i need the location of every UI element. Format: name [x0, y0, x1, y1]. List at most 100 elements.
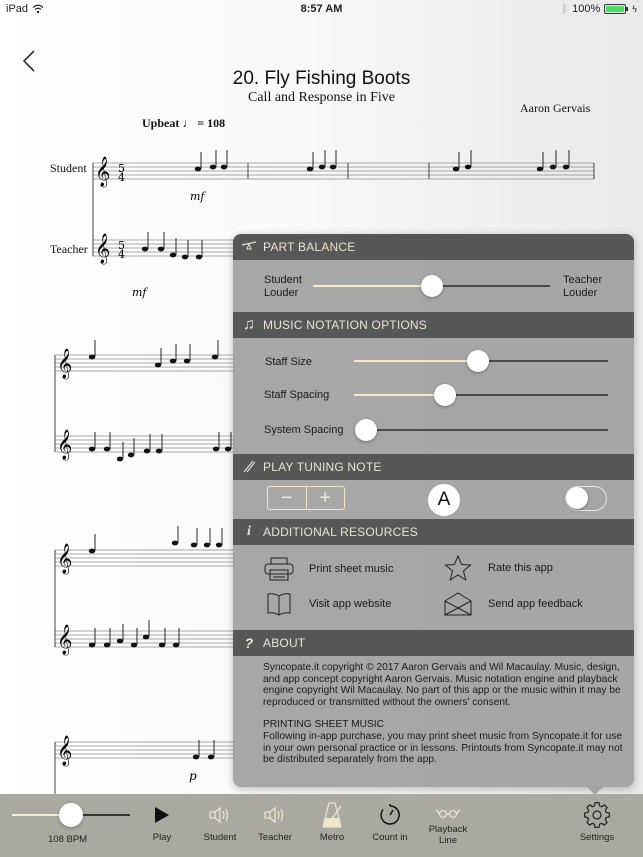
note-head — [88, 446, 96, 452]
treble-clef-icon: 𝄞 — [57, 429, 72, 461]
about-text: Syncopate.it copyright © 2017 Aaron Gerv… — [263, 662, 623, 766]
website-label: Visit app website — [309, 598, 392, 610]
staff-size-label: Staff Size — [265, 356, 312, 368]
note-head — [452, 166, 460, 172]
question-icon: ? — [244, 635, 254, 651]
note-head — [116, 638, 124, 644]
louder-label: Louder — [563, 287, 598, 299]
count-in-label: Count in — [372, 832, 408, 843]
time-sig-bottom: 4 — [118, 171, 125, 184]
balance-scale-icon — [241, 239, 257, 255]
note-head — [88, 642, 96, 648]
note-head — [192, 754, 200, 760]
staff-size-slider[interactable] — [354, 348, 608, 374]
note-head — [155, 448, 163, 454]
note-head — [190, 542, 198, 548]
notation-options-title: MUSIC NOTATION OPTIONS — [263, 318, 427, 332]
slider-thumb[interactable] — [434, 384, 457, 406]
note-head — [195, 254, 203, 260]
note-head — [142, 634, 150, 640]
note-head — [224, 446, 232, 452]
play-icon — [154, 798, 170, 832]
feedback-label: Send app feedback — [488, 598, 583, 610]
about-header: ? ABOUT — [233, 630, 634, 656]
music-note-icon: ♫ — [242, 316, 256, 333]
visit-website-button[interactable]: Visit app website — [263, 590, 391, 618]
staff-spacing-slider[interactable] — [354, 382, 608, 408]
slider-thumb[interactable] — [59, 803, 83, 827]
note-head — [127, 452, 135, 458]
note-head — [220, 164, 228, 170]
note-head — [318, 164, 326, 170]
tuning-note-title: PLAY TUNING NOTE — [263, 460, 382, 474]
copyright-text: Syncopate.it copyright © 2017 Aaron Gerv… — [263, 662, 621, 708]
settings-button[interactable]: Settings — [575, 794, 619, 857]
note-head — [171, 540, 179, 546]
tempo-slider[interactable] — [12, 802, 130, 828]
rate-app-button[interactable]: Rate this app — [442, 554, 553, 582]
note-head — [549, 164, 557, 170]
teacher-audio-button[interactable]: Teacher — [251, 794, 299, 857]
student-audio-button[interactable]: Student — [196, 794, 244, 857]
info-icon: i — [246, 524, 252, 539]
teacher-label: Teacher — [563, 274, 603, 286]
note-head — [211, 354, 219, 360]
envelope-icon — [442, 590, 474, 618]
note-head — [562, 164, 570, 170]
printing-text: Following in-app purchase, you may print… — [263, 730, 623, 766]
slider-thumb[interactable] — [355, 419, 377, 441]
tuning-note-toggle[interactable] — [565, 486, 607, 511]
printer-icon — [263, 555, 295, 583]
decrement-button[interactable]: − — [268, 487, 306, 509]
book-icon — [263, 590, 295, 618]
star-icon — [442, 554, 474, 582]
note-head — [212, 446, 220, 452]
note-head — [116, 456, 124, 462]
resources-header: i ADDITIONAL RESOURCES — [233, 519, 634, 545]
note-head — [172, 642, 180, 648]
glasses-icon — [434, 802, 462, 824]
slider-thumb[interactable] — [467, 350, 490, 372]
speaker-icon — [263, 798, 287, 832]
timer-icon — [379, 798, 401, 832]
system-spacing-slider[interactable] — [355, 417, 608, 443]
increment-button[interactable]: + — [307, 487, 345, 509]
slider-thumb[interactable] — [420, 275, 443, 297]
dynamic-p: p — [189, 769, 197, 783]
note-head — [154, 362, 162, 368]
count-in-button[interactable]: Count in — [366, 794, 414, 857]
note-head — [306, 166, 314, 172]
send-feedback-button[interactable]: Send app feedback — [442, 590, 583, 618]
about-title: ABOUT — [263, 636, 306, 650]
notation-options-header: ♫ MUSIC NOTATION OPTIONS — [233, 312, 634, 338]
note-head — [215, 542, 223, 548]
note-head — [141, 246, 149, 252]
note-head — [88, 354, 96, 360]
tuning-fork-icon — [241, 459, 257, 475]
tuning-note-header: PLAY TUNING NOTE — [233, 454, 634, 480]
print-label: Print sheet music — [309, 563, 394, 575]
gear-icon — [583, 798, 611, 832]
teacher-louder-label: Teacher Louder — [563, 274, 602, 300]
part-balance-slider[interactable] — [313, 273, 550, 299]
treble-clef-icon: 𝄞 — [95, 233, 110, 265]
rate-label: Rate this app — [488, 562, 553, 574]
playback-line-button[interactable]: Playback Line — [424, 794, 472, 857]
tuning-note-button[interactable]: A — [428, 484, 460, 516]
note-head — [181, 254, 189, 260]
metronome-button[interactable]: Metro — [312, 794, 352, 857]
treble-clef-icon: 𝄞 — [57, 624, 72, 656]
system-spacing-label: System Spacing — [264, 424, 344, 436]
play-label: Play — [152, 832, 172, 843]
student-louder-label: Student Louder — [264, 274, 302, 300]
print-sheet-music-button[interactable]: Print sheet music — [263, 555, 393, 583]
tempo-bpm-label: 108 BPM — [48, 834, 88, 845]
part-balance-title: PART BALANCE — [263, 240, 356, 254]
note-head — [158, 642, 166, 648]
playback-line-label: Playback Line — [428, 824, 468, 846]
note-head — [194, 166, 202, 172]
time-sig-bottom: 4 — [118, 248, 125, 261]
play-button[interactable]: Play — [142, 794, 182, 857]
settings-label: Settings — [579, 832, 615, 843]
staff-spacing-label: Staff Spacing — [264, 389, 330, 401]
